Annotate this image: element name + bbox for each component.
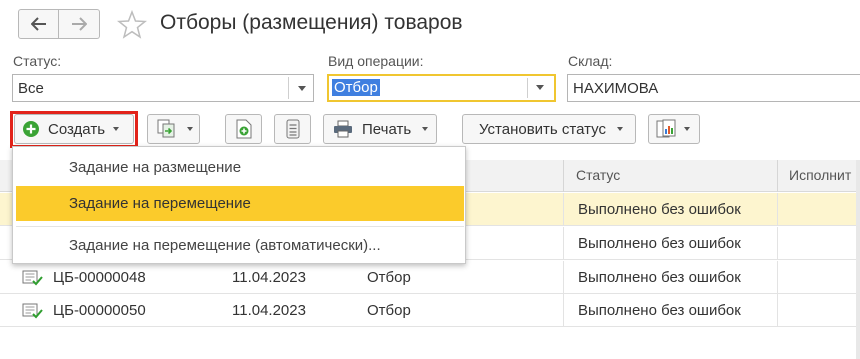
list-icon <box>286 119 299 139</box>
report-chart-icon <box>656 119 676 138</box>
printer-icon <box>334 120 352 138</box>
chevron-down-icon <box>684 127 690 131</box>
column-header-executor[interactable]: Исполнит <box>789 167 851 183</box>
set-status-button[interactable]: Установить статус <box>462 114 636 144</box>
row-number: ЦБ-00000048 <box>53 269 146 286</box>
copy-document-icon <box>157 119 175 138</box>
arrow-right-icon <box>72 17 87 31</box>
status-filter-value: Все <box>18 80 44 97</box>
status-filter-label: Статус: <box>13 53 62 69</box>
row-status: Выполнено без ошибок <box>578 269 741 286</box>
menu-item-placement-task[interactable]: Задание на размещение <box>16 150 464 185</box>
document-check-icon <box>22 303 43 319</box>
row-operation: Отбор <box>367 269 411 286</box>
document-check-icon <box>22 270 43 286</box>
chevron-down-icon <box>422 127 429 131</box>
table-row[interactable]: ЦБ-00000050 11.04.2023 Отбор Выполнено б… <box>0 294 860 327</box>
star-icon[interactable] <box>116 9 148 41</box>
warehouse-filter-value: НАХИМОВА <box>573 80 659 97</box>
chevron-down-icon <box>187 127 193 131</box>
scrollbar[interactable] <box>856 160 860 359</box>
arrow-left-icon <box>30 17 46 31</box>
create-dropdown-menu: Задание на размещение Задание на перемещ… <box>12 146 466 264</box>
column-header-status[interactable]: Статус <box>576 167 620 183</box>
row-date: 11.04.2023 <box>232 269 306 286</box>
page-title: Отборы (размещения) товаров <box>160 11 463 34</box>
row-status: Выполнено без ошибок <box>578 201 741 218</box>
chevron-down-icon <box>616 127 623 131</box>
create-button[interactable]: Создать <box>14 114 134 144</box>
operation-filter-field[interactable]: Отбор <box>327 74 556 102</box>
row-date: 11.04.2023 <box>232 302 306 319</box>
status-filter-field[interactable]: Все <box>12 74 314 102</box>
row-status: Выполнено без ошибок <box>578 302 741 319</box>
add-document-button[interactable] <box>225 114 262 144</box>
chevron-down-icon <box>113 127 120 131</box>
document-add-icon <box>236 119 251 139</box>
forward-button[interactable] <box>59 9 100 39</box>
reports-button[interactable] <box>648 114 700 144</box>
back-button[interactable] <box>18 9 59 39</box>
print-button-label: Печать <box>362 120 412 138</box>
create-based-on-button[interactable] <box>147 114 200 144</box>
set-status-button-label: Установить статус <box>479 120 606 138</box>
menu-item-transfer-task[interactable]: Задание на перемещение <box>16 186 464 221</box>
row-number: ЦБ-00000050 <box>53 302 146 319</box>
menu-item-label: Задание на перемещение <box>69 195 251 212</box>
list-button[interactable] <box>274 114 311 144</box>
chevron-down-icon[interactable] <box>536 85 544 90</box>
warehouse-filter-label: Склад: <box>568 53 613 69</box>
warehouse-filter-field[interactable]: НАХИМОВА <box>567 74 860 102</box>
chevron-down-icon[interactable] <box>298 86 306 91</box>
menu-item-label: Задание на перемещение (автоматически)..… <box>69 237 381 254</box>
menu-item-transfer-task-auto[interactable]: Задание на перемещение (автоматически)..… <box>16 228 464 263</box>
create-button-label: Создать <box>48 120 106 138</box>
print-button[interactable]: Печать <box>323 114 437 144</box>
row-status: Выполнено без ошибок <box>578 235 741 252</box>
menu-separator <box>16 226 464 227</box>
plus-circle-icon <box>23 121 39 137</box>
table-row[interactable]: ЦБ-00000048 11.04.2023 Отбор Выполнено б… <box>0 261 860 294</box>
menu-item-label: Задание на размещение <box>69 159 242 176</box>
operation-filter-value: Отбор <box>332 79 380 96</box>
row-operation: Отбор <box>367 302 411 319</box>
operation-filter-label: Вид операции: <box>328 53 424 69</box>
